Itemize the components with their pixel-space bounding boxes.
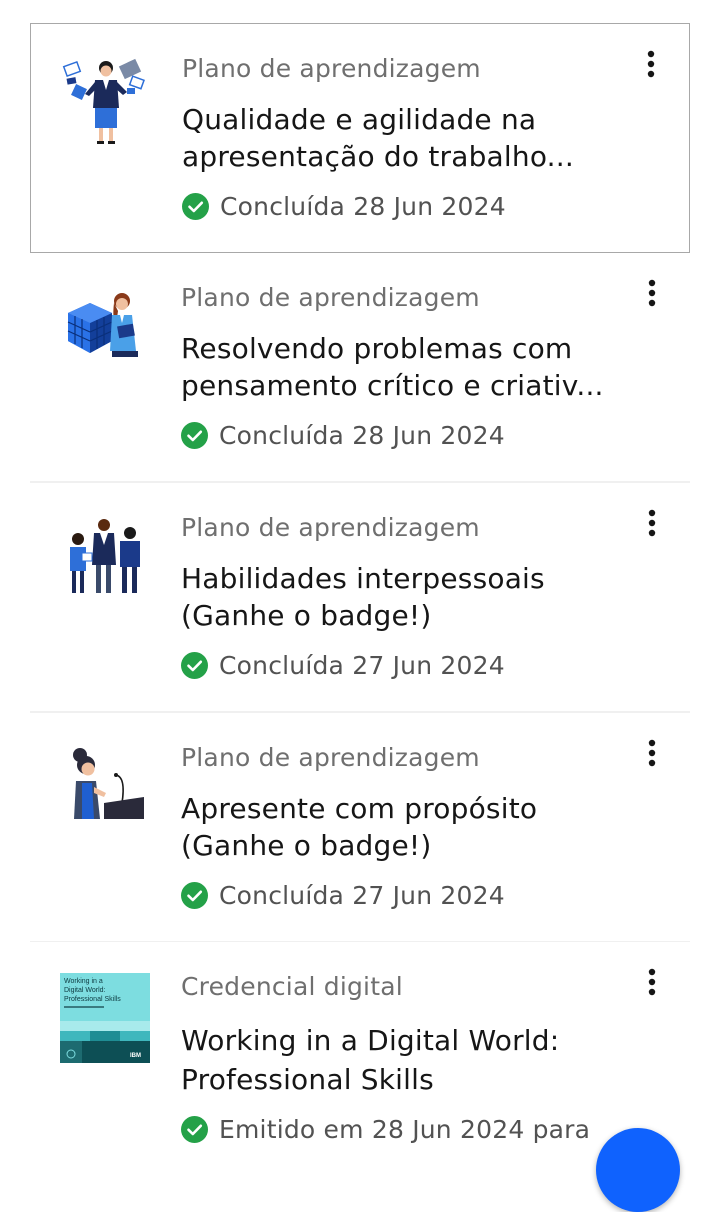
item-category: Plano de aprendizagem <box>181 513 480 542</box>
woman-at-podium-illustration <box>60 745 150 835</box>
checkmark-icon <box>182 192 209 220</box>
list-item[interactable]: Plano de aprendizagem Apresente com prop… <box>30 713 690 943</box>
status-text: Concluída 27 Jun 2024 <box>219 650 505 680</box>
overflow-menu-icon[interactable] <box>635 48 667 80</box>
status-text: Emitido em 28 Jun 2024 para <box>219 1114 591 1144</box>
item-title-line: Working in a Digital World: <box>181 1024 560 1057</box>
item-title-line: Professional Skills <box>181 1063 434 1096</box>
status-text: Concluída 28 Jun 2024 <box>219 420 505 450</box>
woman-with-devices-illustration <box>61 56 151 146</box>
checkmark-icon <box>181 881 208 909</box>
item-title[interactable]: Habilidades interpessoais (Ganhe o badge… <box>181 560 611 634</box>
item-title-line: Apresente com propósito <box>181 792 538 825</box>
status-row: Concluída 28 Jun 2024 <box>182 189 506 223</box>
item-title[interactable]: Resolvendo problemas com pensamento crít… <box>181 330 611 404</box>
badge-text-line: Professional Skills <box>64 996 121 1003</box>
item-category: Plano de aprendizagem <box>181 743 480 772</box>
item-title-line: Habilidades interpessoais <box>181 562 545 595</box>
overflow-menu-icon[interactable] <box>636 277 668 309</box>
item-title-line: apresentação do trabalho... <box>182 140 574 173</box>
item-title-line: pensamento crítico e criativ... <box>181 369 604 402</box>
status-text: Concluída 28 Jun 2024 <box>220 191 506 221</box>
status-row: Concluída 28 Jun 2024 <box>181 418 505 452</box>
item-title-line: Resolvendo problemas com <box>181 332 573 365</box>
list-item[interactable]: Plano de aprendizagem Resolvendo problem… <box>30 253 690 483</box>
checkmark-icon <box>181 651 208 679</box>
item-title-line: (Ganhe o badge!) <box>181 599 432 632</box>
item-category: Plano de aprendizagem <box>182 54 481 83</box>
badge-text-line: Digital World: <box>64 987 106 994</box>
overflow-menu-icon[interactable] <box>636 966 668 998</box>
item-title[interactable]: Apresente com propósito (Ganhe o badge!) <box>181 790 611 864</box>
item-title[interactable]: Working in a Digital World: Professional… <box>181 1021 611 1099</box>
item-category: Plano de aprendizagem <box>181 283 480 312</box>
checkmark-icon <box>181 1115 208 1143</box>
item-category: Credencial digital <box>181 972 403 1001</box>
status-row: Emitido em 28 Jun 2024 para <box>181 1112 590 1146</box>
group-of-people-illustration <box>60 515 150 605</box>
overflow-menu-icon[interactable] <box>636 507 668 539</box>
badge-brand-text: IBM <box>130 1053 141 1059</box>
overflow-menu-icon[interactable] <box>636 737 668 769</box>
item-title-line: (Ganhe o badge!) <box>181 829 432 862</box>
list-item[interactable]: Plano de aprendizagem Qualidade e agilid… <box>30 23 690 253</box>
status-text: Concluída 27 Jun 2024 <box>219 880 505 910</box>
status-row: Concluída 27 Jun 2024 <box>181 648 505 682</box>
floating-action-button[interactable] <box>596 1128 680 1212</box>
status-row: Concluída 27 Jun 2024 <box>181 878 505 912</box>
digital-badge-image: Working in a Digital World: Professional… <box>60 973 150 1063</box>
woman-with-cube-illustration <box>60 285 150 375</box>
checkmark-icon <box>181 421 208 449</box>
list-item[interactable]: Working in a Digital World: Professional… <box>30 942 690 1202</box>
item-title-line: Qualidade e agilidade na <box>182 103 537 136</box>
list-item[interactable]: Plano de aprendizagem Habilidades interp… <box>30 483 690 713</box>
item-title[interactable]: Qualidade e agilidade na apresentação do… <box>182 101 612 175</box>
badge-text-line: Working in a <box>64 978 103 985</box>
